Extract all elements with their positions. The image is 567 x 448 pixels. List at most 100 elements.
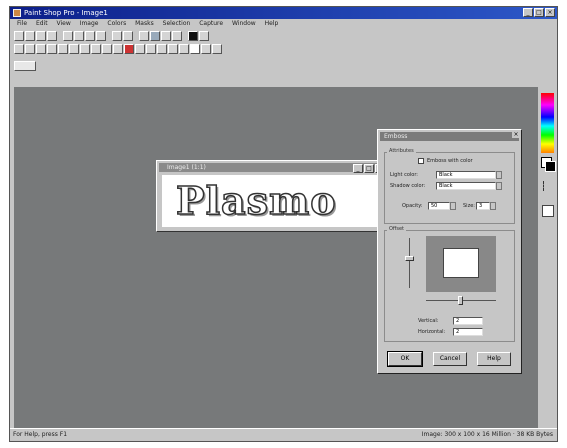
image-maximize-button[interactable]: □ [364, 164, 374, 173]
window-controls: _ □ × [523, 8, 555, 17]
menu-selection[interactable]: Selection [163, 20, 191, 27]
app-icon [13, 9, 21, 17]
menu-image[interactable]: Image [80, 20, 99, 27]
shadow-color-label: Shadow color: [390, 183, 426, 189]
shape-tool-icon[interactable] [212, 44, 222, 54]
menu-window[interactable]: Window [232, 20, 256, 27]
menu-edit[interactable]: Edit [36, 20, 48, 27]
fit-icon[interactable] [123, 31, 133, 41]
layers-icon[interactable] [150, 31, 160, 41]
zoom-icon[interactable] [112, 31, 122, 41]
emboss-color-label: Emboss with color [427, 158, 473, 164]
zoom-tool-icon[interactable] [36, 44, 46, 54]
light-color-spinner[interactable] [496, 171, 502, 179]
menu-bar: File Edit View Image Colors Masks Select… [10, 19, 557, 29]
print-icon[interactable] [47, 31, 57, 41]
cut-icon[interactable] [63, 31, 73, 41]
fill-tool-icon[interactable] [179, 44, 189, 54]
attributes-label: Attributes [387, 148, 416, 154]
horizontal-slider-thumb[interactable] [458, 296, 463, 305]
dropper-tool-icon[interactable] [113, 44, 123, 54]
overview-icon[interactable] [172, 31, 182, 41]
close-button[interactable]: × [545, 8, 555, 17]
opacity-label: Opacity: [402, 203, 423, 209]
opacity-spinner[interactable] [450, 202, 456, 210]
color-palette [539, 87, 556, 431]
background-swatch[interactable] [545, 161, 556, 172]
image-canvas[interactable]: Plasmo [162, 175, 380, 227]
context-help-icon[interactable] [199, 31, 209, 41]
menu-colors[interactable]: Colors [107, 20, 126, 27]
color-spectrum[interactable] [541, 93, 554, 153]
menu-capture[interactable]: Capture [199, 20, 223, 27]
help-button[interactable]: Help [477, 352, 511, 366]
replace-tool-icon[interactable] [146, 44, 156, 54]
horizontal-input[interactable]: 2 [453, 328, 483, 336]
histogram-icon[interactable] [161, 31, 171, 41]
palette-icon[interactable] [139, 31, 149, 41]
status-text: For Help, press F1 [13, 431, 68, 438]
vertical-slider-track [409, 238, 410, 288]
dialog-title: Emboss [380, 132, 519, 141]
size-label: Size: [463, 203, 475, 209]
text-tool-icon[interactable] [190, 44, 200, 54]
vertical-label: Vertical: [418, 318, 439, 324]
line-tool-icon[interactable] [201, 44, 211, 54]
menu-view[interactable]: View [57, 20, 71, 27]
app-title: Paint Shop Pro - Image1 [24, 9, 108, 17]
paintbrush-tool-icon[interactable] [124, 44, 134, 54]
clone-tool-icon[interactable] [135, 44, 145, 54]
menu-file[interactable]: File [17, 20, 27, 27]
light-color-label: Light color: [390, 172, 418, 178]
size-input[interactable]: 3 [476, 202, 490, 210]
eraser-tool-icon[interactable] [168, 44, 178, 54]
save-icon[interactable] [36, 31, 46, 41]
toolbar-options [14, 61, 36, 73]
undo-icon[interactable] [96, 31, 106, 41]
vertical-input[interactable]: 2 [453, 317, 483, 325]
shadow-color-input[interactable]: Black [436, 182, 496, 190]
help-icon[interactable] [188, 31, 198, 41]
pan-tool-icon[interactable] [25, 44, 35, 54]
deform-tool-icon[interactable] [47, 44, 57, 54]
opacity-input[interactable]: 50 [428, 202, 450, 210]
minimize-button[interactable]: _ [523, 8, 533, 17]
mover-tool-icon[interactable] [69, 44, 79, 54]
paste-icon[interactable] [85, 31, 95, 41]
maximize-button[interactable]: □ [534, 8, 544, 17]
cancel-button[interactable]: Cancel [433, 352, 467, 366]
retouch-tool-icon[interactable] [157, 44, 167, 54]
new-icon[interactable] [14, 31, 24, 41]
emboss-dialog: Emboss × Attributes Emboss with color Li… [377, 129, 522, 374]
ok-button[interactable]: OK [387, 351, 423, 367]
selection-tool-icon[interactable] [80, 44, 90, 54]
light-color-input[interactable]: Black [436, 171, 496, 179]
image-window: Image1 (1:1) _ □ × Plasmo [156, 160, 390, 232]
toolbar-tools [14, 44, 222, 56]
emboss-color-checkbox[interactable] [418, 158, 424, 164]
wand-tool-icon[interactable] [102, 44, 112, 54]
texture-icon[interactable] [542, 205, 554, 217]
image-minimize-button[interactable]: _ [353, 164, 363, 173]
plasmo-text: Plasmo [175, 177, 337, 224]
lasso-tool-icon[interactable] [91, 44, 101, 54]
size-spinner[interactable] [490, 202, 496, 210]
preview-shape [443, 248, 479, 278]
app-titlebar: Paint Shop Pro - Image1 _ □ × [10, 7, 557, 19]
toolbar-standard [14, 31, 209, 43]
vertical-slider-thumb[interactable] [405, 256, 414, 261]
open-icon[interactable] [25, 31, 35, 41]
image-info: Image: 300 x 100 x 16 Million · 38 KB By… [421, 431, 553, 438]
crop-tool-icon[interactable] [58, 44, 68, 54]
dialog-close-icon[interactable]: × [512, 131, 520, 138]
arrow-tool-icon[interactable] [14, 44, 24, 54]
shadow-color-spinner[interactable] [496, 182, 502, 190]
menu-masks[interactable]: Masks [135, 20, 154, 27]
horizontal-label: Horizontal: [418, 329, 446, 335]
status-bar: For Help, press F1 Image: 300 x 100 x 16… [10, 428, 557, 441]
offset-preview [426, 236, 496, 292]
copy-icon[interactable] [74, 31, 84, 41]
menu-help[interactable]: Help [265, 20, 279, 27]
tool-options-icon[interactable] [14, 61, 36, 71]
style-icon[interactable] [543, 181, 554, 191]
